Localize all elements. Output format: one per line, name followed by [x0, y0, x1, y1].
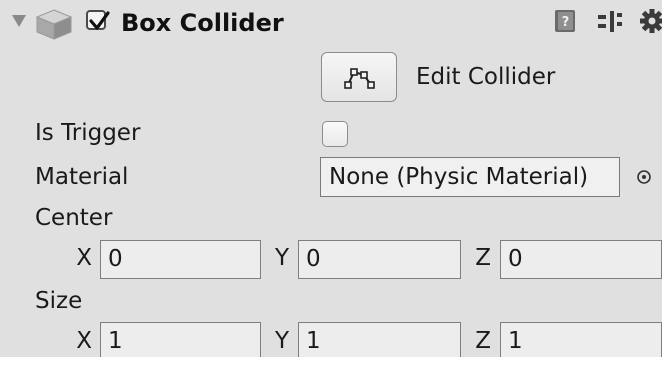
svg-text:?: ?	[562, 15, 570, 30]
size-x-label: X	[76, 328, 92, 354]
edit-collider-label: Edit Collider	[416, 64, 556, 90]
size-y-field[interactable]: 1	[298, 322, 461, 361]
size-x-field[interactable]: 1	[100, 322, 261, 361]
gear-icon[interactable]	[638, 7, 662, 35]
center-z-value: 0	[508, 246, 523, 272]
box-collider-inspector: Box Collider ? Edit Collider Is Trigger …	[0, 0, 662, 368]
is-trigger-label: Is Trigger	[35, 120, 141, 146]
size-z-label: Z	[475, 328, 491, 354]
material-object-field[interactable]: None (Physic Material)	[320, 157, 620, 197]
presets-icon[interactable]	[597, 9, 623, 33]
material-value: None (Physic Material)	[329, 164, 589, 190]
size-z-field[interactable]: 1	[500, 322, 662, 361]
component-title: Box Collider	[121, 9, 284, 37]
size-y-label: Y	[274, 328, 289, 354]
center-x-label: X	[76, 245, 92, 271]
size-label: Size	[35, 288, 83, 314]
checkmark-icon	[89, 11, 110, 30]
help-book-icon[interactable]: ?	[553, 9, 577, 33]
center-z-field[interactable]: 0	[500, 240, 662, 279]
center-y-label: Y	[274, 245, 289, 271]
is-trigger-checkbox[interactable]	[322, 121, 348, 147]
edit-collider-button[interactable]	[321, 52, 397, 102]
material-label: Material	[35, 164, 129, 190]
center-x-value: 0	[108, 246, 123, 272]
component-header[interactable]: Box Collider ?	[0, 0, 662, 44]
center-y-value: 0	[306, 246, 321, 272]
cube-icon	[35, 9, 73, 40]
bottom-margin	[0, 357, 662, 368]
size-x-value: 1	[108, 328, 123, 354]
foldout-arrow-icon[interactable]	[12, 15, 26, 27]
size-z-value: 1	[508, 328, 523, 354]
object-picker-icon[interactable]	[636, 169, 652, 185]
center-label: Center	[35, 205, 113, 231]
center-z-label: Z	[475, 245, 491, 271]
edit-collider-icon	[344, 68, 375, 89]
component-enabled-checkbox[interactable]	[86, 10, 110, 30]
center-y-field[interactable]: 0	[298, 240, 461, 279]
center-x-field[interactable]: 0	[100, 240, 261, 279]
size-y-value: 1	[306, 328, 321, 354]
